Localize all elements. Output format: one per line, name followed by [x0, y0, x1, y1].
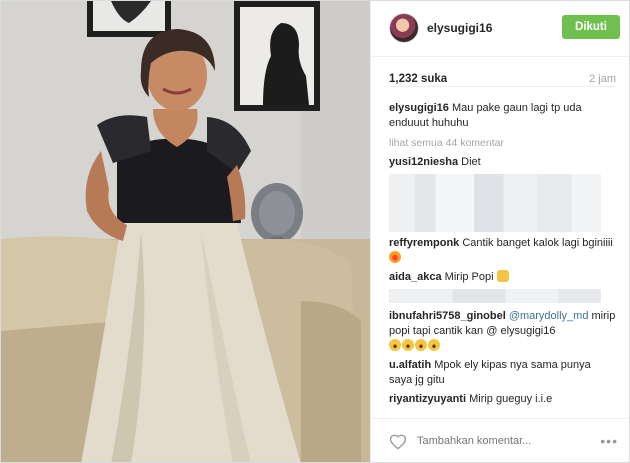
post-details-panel: elysugigi16 Dikuti 1,232 suka 2 jam elys… [370, 1, 629, 462]
comment-item: yusi12niesha Diet [389, 155, 616, 170]
comment-text: Mirip Popi [444, 271, 494, 283]
more-options-icon[interactable]: ••• [600, 433, 618, 449]
comment-item: u.alfatih Mpok ely kipas nya sama punya … [389, 358, 616, 388]
post-footer: ••• [371, 418, 629, 462]
laughing-emoji-icon [428, 339, 440, 351]
add-comment-input[interactable] [417, 435, 587, 447]
laughing-emoji-icon [389, 339, 401, 351]
comment-username[interactable]: reffyremponk [389, 237, 459, 249]
follow-button[interactable]: Dikuti [562, 15, 620, 39]
comment-username[interactable]: u.alfatih [389, 359, 431, 371]
post-author-username[interactable]: elysugigi16 [427, 21, 492, 35]
comment-username[interactable]: riyantizyuyanti [389, 393, 466, 405]
blurred-comment [389, 174, 601, 232]
view-all-comments-link[interactable]: lihat semua 44 komentar [389, 137, 616, 149]
comment-item: ibnufahri5758_ginobel @marydolly_md miri… [389, 309, 616, 354]
comments-list: elysugigi16 Mau pake gaun lagi tp uda en… [389, 101, 616, 413]
heart-outline-icon[interactable] [389, 433, 407, 451]
post-photo[interactable] [1, 1, 370, 462]
post-header: elysugigi16 Dikuti [371, 1, 629, 57]
laughing-emoji-icon [415, 339, 427, 351]
comment-text: Mirip gueguy i.i.e [469, 393, 553, 405]
victory-hand-emoji-icon [496, 270, 509, 282]
comment-item: aida_akca Mirip Popi [389, 270, 616, 285]
blurred-comment [389, 289, 601, 303]
comment-username[interactable]: ibnufahri5758_ginobel [389, 310, 506, 322]
caption: elysugigi16 Mau pake gaun lagi tp uda en… [389, 101, 616, 131]
comment-mention[interactable]: @marydolly_md [509, 310, 589, 322]
likes-count[interactable]: 1,232 suka [389, 73, 447, 85]
comment-item: reffyremponk Cantik banget kalok lagi bg… [389, 236, 616, 266]
comment-item: riyantizyuyanti Mirip gueguy i.i.e [389, 392, 616, 407]
avatar[interactable] [389, 13, 419, 43]
comment-text: Cantik banget kalok lagi bginiiii [462, 237, 613, 249]
caption-username[interactable]: elysugigi16 [389, 102, 449, 114]
laughing-emoji-icon [402, 339, 414, 351]
comment-username[interactable]: yusi12niesha [389, 156, 458, 168]
comment-text: Diet [461, 156, 481, 168]
heart-eyes-emoji-icon [389, 251, 401, 263]
comment-username[interactable]: aida_akca [389, 271, 442, 283]
photo-illustration [1, 1, 370, 462]
post-time[interactable]: 2 jam [589, 73, 616, 85]
instagram-post: elysugigi16 Dikuti 1,232 suka 2 jam elys… [0, 0, 630, 463]
post-stats: 1,232 suka 2 jam [389, 67, 616, 87]
